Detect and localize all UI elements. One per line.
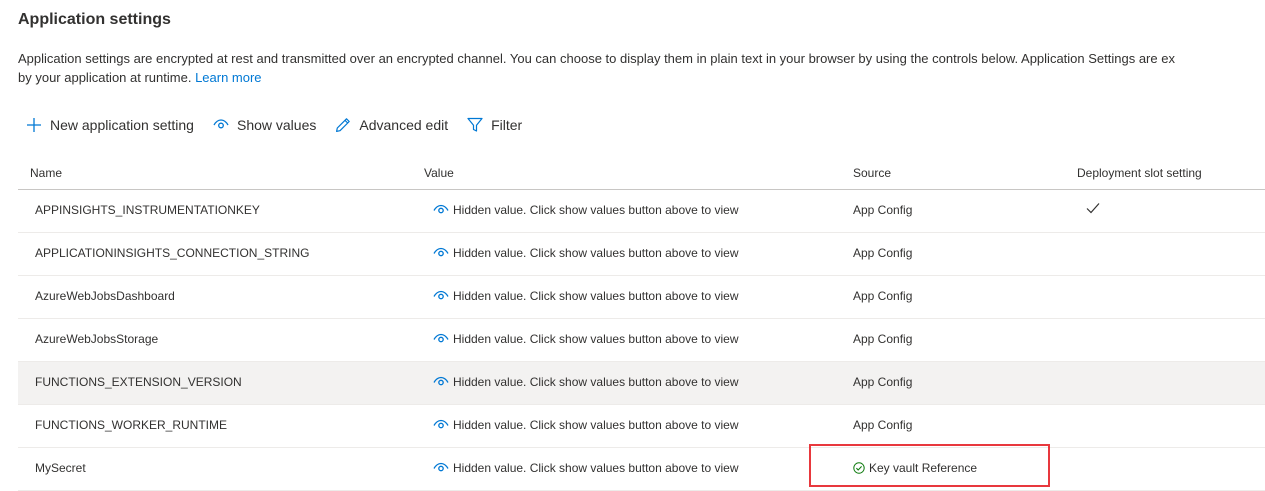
advanced-edit-label: Advanced edit: [359, 117, 449, 133]
setting-value: Hidden value. Click show values button a…: [433, 203, 739, 217]
column-header-deployment-slot[interactable]: Deployment slot setting: [1077, 166, 1202, 180]
eye-icon: [212, 116, 230, 134]
setting-source: App Config: [853, 418, 913, 432]
setting-name[interactable]: APPINSIGHTS_INSTRUMENTATIONKEY: [35, 203, 260, 217]
setting-source: Key vault Reference: [853, 461, 977, 475]
table-row[interactable]: APPLICATIONINSIGHTS_CONNECTION_STRING Hi…: [18, 233, 1265, 276]
hidden-value-text: Hidden value. Click show values button a…: [453, 332, 739, 346]
setting-name[interactable]: MySecret: [35, 461, 86, 475]
eye-icon[interactable]: [433, 462, 449, 474]
column-header-name[interactable]: Name: [30, 166, 62, 180]
show-values-label: Show values: [236, 117, 317, 133]
column-header-source[interactable]: Source: [853, 166, 891, 180]
description-line-1: Application settings are encrypted at re…: [18, 51, 1175, 66]
app-settings-page: Application settings Application setting…: [0, 0, 1265, 491]
checkmark-icon: [1086, 202, 1100, 217]
setting-name[interactable]: APPLICATIONINSIGHTS_CONNECTION_STRING: [35, 246, 309, 260]
eye-icon[interactable]: [433, 204, 449, 216]
app-settings-grid: Name Value Source Deployment slot settin…: [18, 156, 1265, 491]
setting-source: App Config: [853, 375, 913, 389]
description-line-2: by your application at runtime. Learn mo…: [18, 68, 1265, 87]
advanced-edit-button[interactable]: Advanced edit: [334, 112, 448, 138]
new-application-setting-label: New application setting: [50, 117, 194, 133]
table-row[interactable]: MySecret Hidden value. Click show values…: [18, 448, 1265, 491]
eye-icon[interactable]: [433, 419, 449, 431]
hidden-value-text: Hidden value. Click show values button a…: [453, 289, 739, 303]
page-description: Application settings are encrypted at re…: [18, 49, 1265, 87]
new-application-setting-button[interactable]: New application setting: [25, 112, 194, 138]
filter-icon: [466, 116, 484, 134]
table-row[interactable]: FUNCTIONS_EXTENSION_VERSION Hidden value…: [18, 362, 1265, 405]
table-row[interactable]: APPINSIGHTS_INSTRUMENTATIONKEY Hidden va…: [18, 190, 1265, 233]
key-vault-reference-label: Key vault Reference: [869, 461, 978, 475]
setting-name[interactable]: FUNCTIONS_EXTENSION_VERSION: [35, 375, 242, 389]
hidden-value-text: Hidden value. Click show values button a…: [453, 203, 739, 217]
eye-icon[interactable]: [433, 376, 449, 388]
eye-icon[interactable]: [433, 333, 449, 345]
check-circle-icon: [853, 462, 865, 474]
hidden-value-text: Hidden value. Click show values button a…: [453, 246, 739, 260]
setting-value: Hidden value. Click show values button a…: [433, 289, 739, 303]
setting-name[interactable]: FUNCTIONS_WORKER_RUNTIME: [35, 418, 227, 432]
show-values-button[interactable]: Show values: [212, 112, 316, 138]
grid-header: Name Value Source Deployment slot settin…: [18, 156, 1265, 190]
command-bar: New application setting Show values Adva…: [18, 112, 540, 138]
column-header-value[interactable]: Value: [424, 166, 454, 180]
setting-value: Hidden value. Click show values button a…: [433, 375, 739, 389]
setting-name[interactable]: AzureWebJobsDashboard: [35, 289, 175, 303]
table-row[interactable]: AzureWebJobsDashboard Hidden value. Clic…: [18, 276, 1265, 319]
eye-icon[interactable]: [433, 290, 449, 302]
filter-button[interactable]: Filter: [466, 112, 522, 138]
hidden-value-text: Hidden value. Click show values button a…: [453, 418, 739, 432]
setting-value: Hidden value. Click show values button a…: [433, 332, 739, 346]
description-text: by your application at runtime.: [18, 70, 192, 85]
setting-source: App Config: [853, 203, 913, 217]
plus-icon: [25, 116, 43, 134]
setting-source: App Config: [853, 289, 913, 303]
hidden-value-text: Hidden value. Click show values button a…: [453, 461, 739, 475]
setting-value: Hidden value. Click show values button a…: [433, 418, 739, 432]
setting-value: Hidden value. Click show values button a…: [433, 461, 739, 475]
pencil-icon: [334, 116, 352, 134]
setting-source: App Config: [853, 246, 913, 260]
setting-value: Hidden value. Click show values button a…: [433, 246, 739, 260]
setting-source: App Config: [853, 332, 913, 346]
filter-label: Filter: [491, 117, 523, 133]
table-row[interactable]: FUNCTIONS_WORKER_RUNTIME Hidden value. C…: [18, 405, 1265, 448]
table-row[interactable]: AzureWebJobsStorage Hidden value. Click …: [18, 319, 1265, 362]
setting-name[interactable]: AzureWebJobsStorage: [35, 332, 158, 346]
learn-more-link[interactable]: Learn more: [195, 70, 261, 85]
page-title: Application settings: [18, 11, 171, 28]
hidden-value-text: Hidden value. Click show values button a…: [453, 375, 739, 389]
eye-icon[interactable]: [433, 247, 449, 259]
